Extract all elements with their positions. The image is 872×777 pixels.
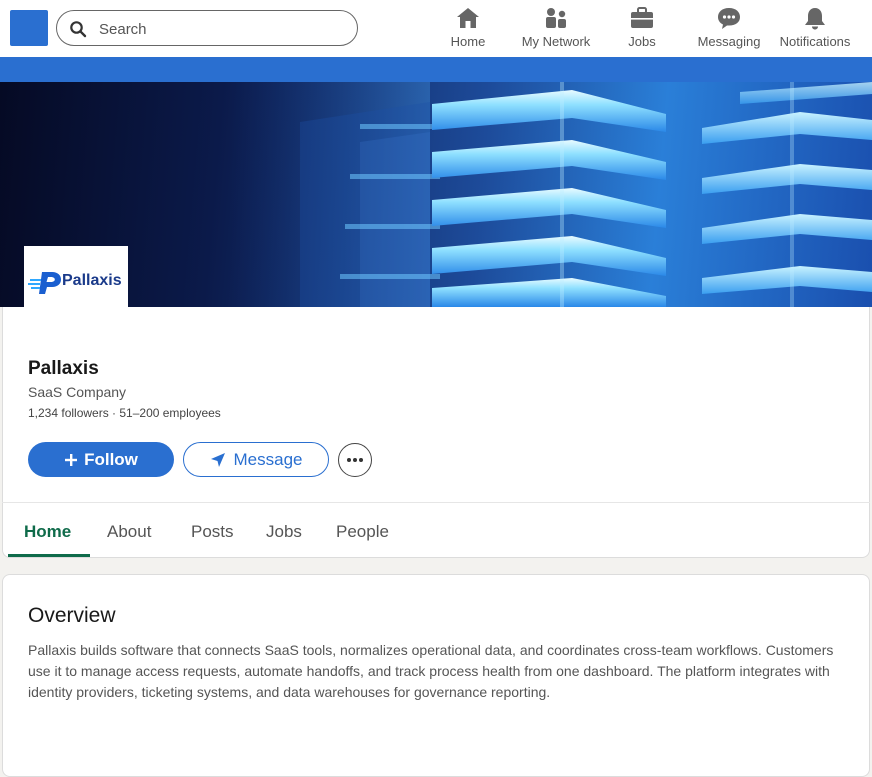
nav-notifications[interactable]: Notifications	[776, 6, 854, 52]
tab-people[interactable]: People	[336, 522, 389, 558]
nav-home-label: Home	[450, 34, 486, 49]
company-stats: 1,234 followers · 51–200 employees	[28, 406, 221, 420]
message-button-label: Message	[233, 449, 303, 469]
nav-jobs[interactable]: Jobs	[622, 6, 662, 52]
message-button[interactable]: Message	[183, 442, 329, 477]
top-nav: Home My Network Jobs Messaging	[0, 0, 872, 57]
overview-description: Pallaxis builds software that connects S…	[28, 642, 834, 700]
nav-jobs-label: Jobs	[628, 34, 656, 49]
company-logo-text: Pallaxis	[62, 272, 122, 289]
banner-artwork	[230, 82, 872, 307]
tab-jobs[interactable]: Jobs	[266, 522, 302, 558]
cover-banner	[0, 82, 872, 307]
company-card	[2, 307, 870, 558]
ellipsis-icon	[347, 458, 363, 462]
accent-strip	[0, 57, 872, 82]
nav-messaging[interactable]: Messaging	[696, 6, 762, 52]
bell-icon	[805, 8, 825, 30]
active-tab-indicator	[8, 554, 90, 557]
company-logo: Pallaxis	[24, 246, 128, 307]
tab-about[interactable]: About	[107, 522, 151, 558]
nav-notifications-label: Notifications	[779, 34, 851, 49]
briefcase-icon	[631, 7, 653, 28]
follow-button-label: Follow	[84, 449, 138, 469]
company-type: SaaS Company	[28, 384, 127, 400]
search-icon	[70, 21, 87, 38]
tab-home[interactable]: Home	[24, 522, 71, 558]
search-input[interactable]	[99, 18, 339, 40]
more-options-button[interactable]	[338, 443, 372, 477]
app-logo[interactable]	[10, 10, 48, 46]
nav-my-network[interactable]: My Network	[516, 6, 596, 52]
plus-icon	[65, 453, 78, 466]
company-name: Pallaxis	[28, 358, 99, 379]
network-icon	[546, 8, 566, 28]
overview-title: Overview	[28, 604, 116, 627]
messaging-icon	[718, 8, 740, 29]
search-bar[interactable]	[56, 10, 358, 46]
tab-divider	[2, 502, 870, 503]
nav-home[interactable]: Home	[444, 6, 492, 52]
home-icon	[457, 8, 479, 28]
send-icon	[210, 452, 225, 467]
nav-messaging-label: Messaging	[697, 34, 761, 49]
tab-posts[interactable]: Posts	[191, 522, 234, 558]
nav-my-network-label: My Network	[521, 34, 591, 49]
follow-button[interactable]: Follow	[28, 442, 174, 477]
